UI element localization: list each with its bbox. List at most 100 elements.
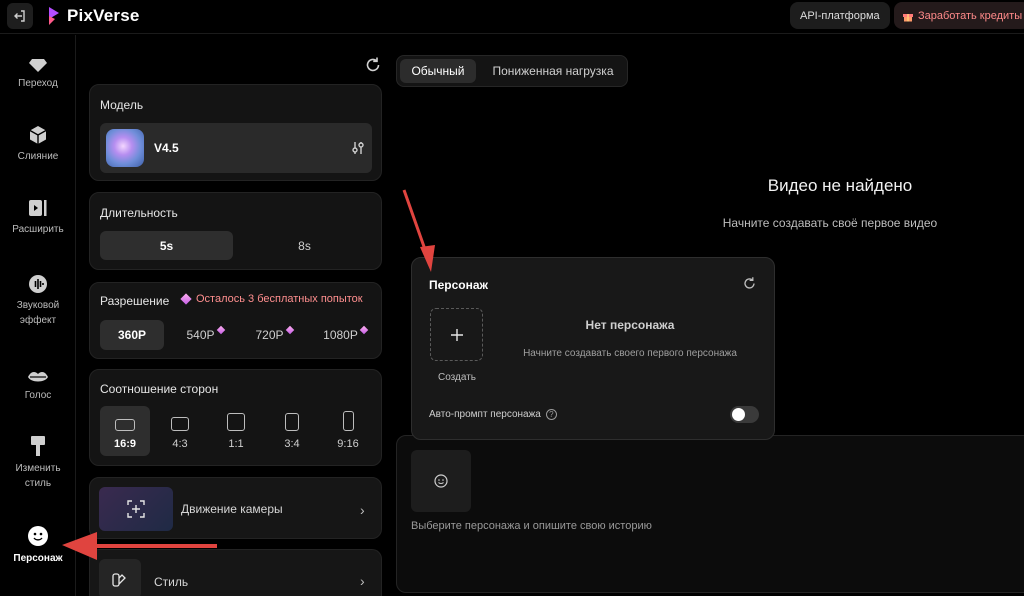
sidebar-item-voice[interactable]: Голос <box>0 362 76 403</box>
aspect-option-1-1[interactable]: 1:1 <box>211 406 261 456</box>
create-character-button[interactable] <box>430 308 483 361</box>
brand-name: PixVerse <box>67 6 140 25</box>
top-bar: PixVerse API-платформа Заработать кредит… <box>0 0 1024 34</box>
sidebar-item-label: Звуковой эффект <box>16 300 60 326</box>
sidebar-item-character[interactable]: Персонаж <box>0 525 76 566</box>
resolution-label: 1080P <box>323 328 358 342</box>
api-platform-button[interactable]: API-платформа <box>790 2 890 29</box>
aspect-label: 9:16 <box>337 438 359 450</box>
mode-tabs: Обычный Пониженная нагрузка <box>396 55 628 87</box>
sound-wave-icon <box>29 275 47 293</box>
duration-title: Длительность <box>100 206 178 220</box>
sidebar-item-sound-effect[interactable]: Звуковой эффект <box>0 272 76 328</box>
auto-prompt-toggle[interactable] <box>730 406 759 423</box>
aspect-label: 4:3 <box>172 438 188 450</box>
sliders-icon <box>352 142 364 154</box>
tab-low-load[interactable]: Пониженная нагрузка <box>481 59 625 83</box>
model-card: Модель V4.5 <box>89 84 382 181</box>
sidebar-item-fusion[interactable]: Слияние <box>0 123 76 164</box>
sidebar-item-label: Расширить <box>12 224 64 235</box>
resolution-label: 360P <box>117 328 147 342</box>
chevron-right-icon: › <box>360 573 365 589</box>
refresh-icon[interactable] <box>742 276 757 291</box>
aspect-option-9-16[interactable]: 9:16 <box>323 406 373 456</box>
brush-icon <box>31 436 45 456</box>
sidebar-item-label: Изменить стиль <box>15 463 61 489</box>
gem-icon <box>285 325 294 335</box>
resolution-label: 720P <box>255 328 284 342</box>
resolution-option-720p[interactable]: 720P <box>244 320 304 350</box>
gem-icon <box>180 293 192 305</box>
free-attempts-note: Осталось 3 бесплатных попыток <box>180 293 363 305</box>
earn-credits-button[interactable]: Заработать кредиты <box>894 2 1024 29</box>
chevron-right-icon: › <box>360 502 365 518</box>
reset-icon[interactable] <box>364 56 382 74</box>
duration-option-5s[interactable]: 5s <box>100 231 233 260</box>
resolution-option-360p[interactable]: 360P <box>100 320 164 350</box>
camera-focus-icon <box>127 500 145 518</box>
model-thumbnail <box>106 129 144 167</box>
style-thumbnail <box>99 559 141 596</box>
exit-icon <box>14 10 25 22</box>
style-row[interactable]: Стиль › <box>89 549 382 596</box>
model-selector[interactable]: V4.5 <box>100 123 372 173</box>
sidebar-item-label: Слияние <box>17 151 59 162</box>
ratio-3-4-icon <box>285 413 299 431</box>
camera-movement-thumbnail <box>99 487 173 531</box>
help-icon[interactable]: ? <box>545 409 557 420</box>
extend-video-icon <box>29 200 47 216</box>
earn-credits-label: Заработать кредиты <box>918 9 1023 22</box>
sidebar-item-extend[interactable]: Расширить <box>0 196 76 237</box>
palette-icon <box>112 573 126 587</box>
prompt-box[interactable]: Выберите персонажа и опишите свою истори… <box>396 435 1024 593</box>
gem-icon <box>359 325 369 335</box>
diamond-icon <box>29 59 47 72</box>
duration-option-8s[interactable]: 8s <box>238 231 371 260</box>
aspect-ratio-title: Соотношение сторон <box>100 382 219 396</box>
lips-icon <box>28 372 48 382</box>
prompt-placeholder: Выберите персонажа и опишите свою истори… <box>411 520 652 532</box>
logo[interactable]: PixVerse <box>47 6 140 26</box>
empty-state-subtitle: Начните создавать своё первое видео <box>722 216 938 230</box>
sidebar-item-label: Голос <box>24 390 52 401</box>
aspect-label: 3:4 <box>284 438 300 450</box>
plus-icon <box>450 328 463 341</box>
resolution-option-540p[interactable]: 540P <box>175 320 235 350</box>
sidebar-item-label: Переход <box>18 78 58 89</box>
ratio-9-16-icon <box>342 411 354 431</box>
resolution-title: Разрешение <box>100 294 170 308</box>
aspect-option-3-4[interactable]: 3:4 <box>267 406 317 456</box>
smile-icon <box>434 474 448 488</box>
exit-button[interactable] <box>7 3 33 29</box>
ratio-1-1-icon <box>227 413 245 431</box>
aspect-option-4-3[interactable]: 4:3 <box>155 406 205 456</box>
camera-movement-row[interactable]: Движение камеры › <box>89 477 382 539</box>
duration-card: Длительность 5s 8s <box>89 192 382 270</box>
sidebar: Переход Слияние Расширить Звуковой эффек… <box>0 35 76 596</box>
pixverse-logo-icon <box>49 7 59 25</box>
resolution-option-1080p[interactable]: 1080P <box>314 320 376 350</box>
ratio-16-9-icon <box>115 419 135 431</box>
toggle-knob <box>732 408 745 421</box>
aspect-option-16-9[interactable]: 16:9 <box>100 406 150 456</box>
resolution-label: 540P <box>186 328 215 342</box>
sidebar-item-restyle[interactable]: Изменить стиль <box>0 435 76 491</box>
character-popup-title: Персонаж <box>429 278 489 292</box>
aspect-label: 1:1 <box>228 438 244 450</box>
tab-normal[interactable]: Обычный <box>400 59 476 83</box>
character-popup: Персонаж Создать Нет персонажа Начните с… <box>411 257 775 440</box>
character-slot[interactable] <box>411 450 471 512</box>
no-character-hint: Начните создавать своего первого персона… <box>523 348 737 359</box>
aspect-label: 16:9 <box>113 438 137 450</box>
sidebar-item-transition[interactable]: Переход <box>0 50 76 91</box>
aspect-ratio-card: Соотношение сторон 16:9 4:3 1:1 3:4 9:16 <box>89 369 382 466</box>
ratio-4-3-icon <box>171 417 189 431</box>
empty-state-title: Видео не найдено <box>767 176 913 195</box>
style-label: Стиль <box>154 575 189 589</box>
sidebar-item-label: Персонаж <box>13 553 63 564</box>
resolution-card: Разрешение Осталось 3 бесплатных попыток… <box>89 282 382 359</box>
no-character-title: Нет персонажа <box>585 318 675 332</box>
gift-icon <box>903 13 913 21</box>
create-character-label: Создать <box>438 372 477 383</box>
smile-icon <box>28 526 48 546</box>
